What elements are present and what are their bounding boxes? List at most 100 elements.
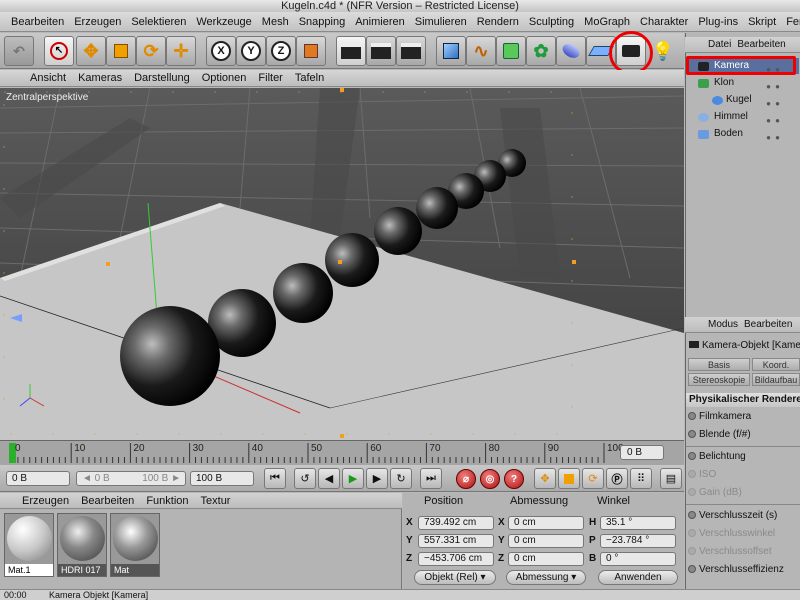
size-y-field[interactable]: 0 cm [508, 534, 584, 548]
play-button[interactable]: ▶ [342, 468, 364, 489]
pos-y-field[interactable]: 557.331 cm [418, 534, 494, 548]
rotate-tool-button[interactable]: ⟳ [136, 36, 166, 66]
viewport-menu-ansicht[interactable]: Ansicht [24, 70, 72, 86]
rot-b-field[interactable]: 0 ° [600, 552, 676, 566]
start-frame-field[interactable]: 0 B [6, 471, 70, 486]
coordinate-mode-select[interactable]: Objekt (Rel) ▾ [414, 570, 496, 585]
key-parameter-button[interactable]: Ⓟ [606, 468, 628, 489]
menu-selektieren[interactable]: Selektieren [126, 12, 191, 31]
object-menu-bearbeiten[interactable]: Bearbeiten [734, 37, 788, 52]
object-row-kugel[interactable]: Kugel ● ● [686, 92, 799, 108]
timeline-tick-label: 60 [370, 443, 382, 454]
menu-sculpting[interactable]: Sculpting [524, 12, 579, 31]
array-button[interactable]: ✿ [526, 36, 556, 66]
attr-blende[interactable]: Blende (f/#) [688, 429, 751, 440]
viewport-menu-optionen[interactable]: Optionen [196, 70, 253, 86]
scale-tool-button[interactable] [106, 36, 136, 66]
attr-verschlusseffizienz[interactable]: Verschlusseffizienz [688, 564, 784, 575]
key-scale-button[interactable] [558, 468, 580, 489]
key-position-button[interactable]: ✥ [534, 468, 556, 489]
attributes-menu-modus[interactable]: Modus [705, 317, 741, 332]
spline-button[interactable]: ∿ [466, 36, 496, 66]
current-frame-field[interactable]: 0 B [620, 445, 664, 460]
lock-z-button[interactable]: Z [266, 36, 296, 66]
menu-rendern[interactable]: Rendern [472, 12, 524, 31]
record-button[interactable]: ⌀ [456, 469, 476, 489]
go-to-start-button[interactable]: ⏮ [264, 468, 286, 489]
object-row-boden[interactable]: Boden ● ● [686, 126, 799, 142]
menu-fenster[interactable]: Fenster [781, 12, 800, 31]
menu-erzeugen[interactable]: Erzeugen [69, 12, 126, 31]
size-x-field[interactable]: 0 cm [508, 516, 584, 530]
timeline-ruler[interactable]: 0 10 20 30 40 50 60 70 80 90 100 [0, 440, 684, 465]
rot-p-field[interactable]: −23.784 ° [600, 534, 676, 548]
menu-plugins[interactable]: Plug-ins [693, 12, 743, 31]
tab-basis[interactable]: Basis [688, 358, 750, 371]
autokey-button[interactable]: ◎ [480, 469, 500, 489]
menu-mograph[interactable]: MoGraph [579, 12, 635, 31]
size-mode-select[interactable]: Abmessung ▾ [506, 570, 586, 585]
size-z-field[interactable]: 0 cm [508, 552, 584, 566]
go-to-end-button[interactable]: ⏭ [420, 468, 442, 489]
rot-h-field[interactable]: 35.1 ° [600, 516, 676, 530]
live-select-button[interactable]: ✛ [166, 36, 196, 66]
coordinate-system-button[interactable] [296, 36, 326, 66]
menu-werkzeuge[interactable]: Werkzeuge [191, 12, 256, 31]
menu-mesh[interactable]: Mesh [257, 12, 294, 31]
attributes-menu-bearbeiten[interactable]: Bearbeiten [741, 317, 795, 332]
visibility-dots[interactable]: ● ● [766, 130, 781, 146]
material-swatch[interactable]: HDRI 017 [57, 513, 107, 577]
pos-z-field[interactable]: −453.706 cm [418, 552, 494, 566]
keyframe-selection-button[interactable]: ? [504, 469, 524, 489]
menu-animieren[interactable]: Animieren [350, 12, 410, 31]
timeline-button[interactable]: ▤ [660, 468, 682, 489]
render-settings-button[interactable] [396, 36, 426, 66]
attr-filmkamera[interactable]: Filmkamera [688, 411, 751, 422]
tab-bildaufbau[interactable]: Bildaufbau [752, 373, 800, 386]
end-frame-field[interactable]: 100 B [190, 471, 254, 486]
menu-charakter[interactable]: Charakter [635, 12, 693, 31]
menu-simulieren[interactable]: Simulieren [410, 12, 472, 31]
range-slider[interactable]: ◄ 0 B 100 B ► [76, 471, 186, 486]
object-menu-datei[interactable]: Datei [705, 37, 734, 52]
material-menu-funktion[interactable]: Funktion [140, 493, 194, 508]
attr-verschlusszeit[interactable]: Verschlusszeit (s) [688, 510, 777, 521]
object-row-klon[interactable]: Klon ● ● [686, 75, 799, 91]
lock-x-button[interactable]: X [206, 36, 236, 66]
previous-key-button[interactable]: ↺ [294, 468, 316, 489]
nurbs-button[interactable] [496, 36, 526, 66]
material-swatch[interactable]: Mat [110, 513, 160, 577]
material-menu-erzeugen[interactable]: Erzeugen [16, 493, 75, 508]
undo-button[interactable]: ↶ [4, 36, 34, 66]
viewport-menu-filter[interactable]: Filter [252, 70, 288, 86]
next-key-button[interactable]: ↻ [390, 468, 412, 489]
render-view-button[interactable] [336, 36, 366, 66]
object-row-himmel[interactable]: Himmel ● ● [686, 109, 799, 125]
key-rotation-button[interactable]: ⟳ [582, 468, 604, 489]
material-menu-textur[interactable]: Textur [195, 493, 237, 508]
tab-koord[interactable]: Koord. [752, 358, 800, 371]
material-swatch[interactable]: Mat.1 [4, 513, 54, 577]
viewport-3d[interactable] [0, 88, 684, 440]
tab-stereoskopie[interactable]: Stereoskopie [688, 373, 750, 386]
pos-x-field[interactable]: 739.492 cm [418, 516, 494, 530]
menu-skript[interactable]: Skript [743, 12, 781, 31]
timeline-tick-label: 0 [15, 443, 21, 454]
apply-button[interactable]: Anwenden [598, 570, 678, 585]
deformer-button[interactable] [556, 36, 586, 66]
move-tool-button[interactable]: ✥ [76, 36, 106, 66]
viewport-menu-darstellung[interactable]: Darstellung [128, 70, 196, 86]
previous-frame-button[interactable]: ◀ [318, 468, 340, 489]
select-tool-button[interactable]: ↖ [44, 36, 74, 66]
material-menu-bearbeiten[interactable]: Bearbeiten [75, 493, 140, 508]
render-picture-viewer-button[interactable] [366, 36, 396, 66]
cube-button[interactable] [436, 36, 466, 66]
menu-snapping[interactable]: Snapping [294, 12, 351, 31]
menu-bearbeiten[interactable]: Bearbeiten [6, 12, 69, 31]
next-frame-button[interactable]: ▶ [366, 468, 388, 489]
viewport-menu-kameras[interactable]: Kameras [72, 70, 128, 86]
key-pla-button[interactable]: ⠿ [630, 468, 652, 489]
lock-y-button[interactable]: Y [236, 36, 266, 66]
viewport-menu-tafeln[interactable]: Tafeln [289, 70, 330, 86]
attr-belichtung[interactable]: Belichtung [688, 451, 746, 462]
